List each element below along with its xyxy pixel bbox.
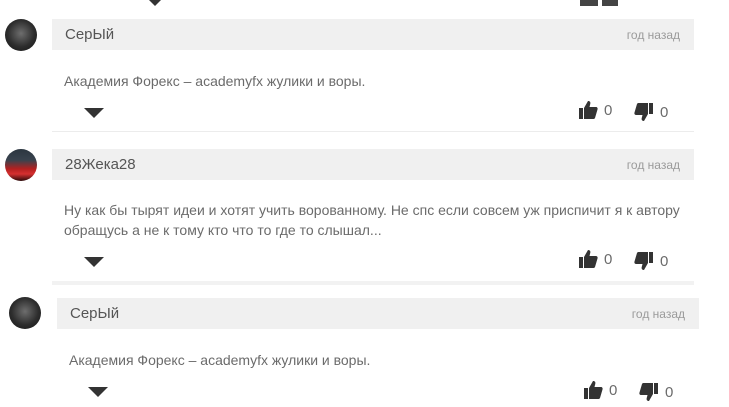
- caret-down-icon[interactable]: [84, 108, 104, 118]
- thumbs-up-icon: [579, 101, 598, 119]
- dislike-count: 0: [660, 252, 669, 270]
- comment-header: СерЫй год назад: [52, 19, 694, 50]
- avatar[interactable]: [5, 19, 37, 51]
- avatar[interactable]: [5, 149, 37, 181]
- divider: [52, 131, 694, 132]
- like-button[interactable]: 0: [583, 380, 617, 400]
- thumbs-down-icon: [639, 383, 658, 401]
- like-count: 0: [604, 101, 613, 119]
- like-count: 0: [604, 250, 613, 268]
- divider: [52, 281, 694, 285]
- comment-header: СерЫй год назад: [57, 298, 699, 329]
- dislike-button[interactable]: 0: [634, 102, 668, 122]
- partial-vote-top: [580, 0, 618, 9]
- dislike-count: 0: [660, 103, 669, 121]
- comment-time: год назад: [626, 157, 680, 172]
- comment-time: год назад: [631, 306, 685, 321]
- author-name[interactable]: СерЫй: [65, 26, 114, 43]
- thumbs-down-icon: [634, 252, 653, 270]
- thumbs-up-icon: [579, 250, 598, 268]
- like-count: 0: [609, 381, 618, 399]
- comment-text: Академия Форекс – academyfx жулики и вор…: [64, 73, 366, 89]
- author-name[interactable]: СерЫй: [70, 305, 119, 322]
- comment-text: Академия Форекс – academyfx жулики и вор…: [69, 352, 371, 368]
- partial-caret-top: [145, 0, 165, 6]
- comment-text: Ну как бы тырят идеи и хотят учить воров…: [64, 202, 680, 238]
- dislike-button[interactable]: 0: [634, 251, 668, 271]
- like-button[interactable]: 0: [578, 249, 612, 269]
- caret-down-icon[interactable]: [88, 387, 108, 397]
- comment-time: год назад: [626, 27, 680, 42]
- dislike-count: 0: [665, 383, 674, 401]
- caret-down-icon[interactable]: [84, 257, 104, 267]
- thumbs-up-icon: [584, 381, 603, 399]
- dislike-button[interactable]: 0: [639, 382, 673, 402]
- thumbs-down-icon: [634, 103, 653, 121]
- like-button[interactable]: 0: [578, 100, 612, 120]
- avatar[interactable]: [9, 297, 41, 329]
- author-name[interactable]: 28Жека28: [65, 156, 136, 173]
- comment-header: 28Жека28 год назад: [52, 149, 694, 180]
